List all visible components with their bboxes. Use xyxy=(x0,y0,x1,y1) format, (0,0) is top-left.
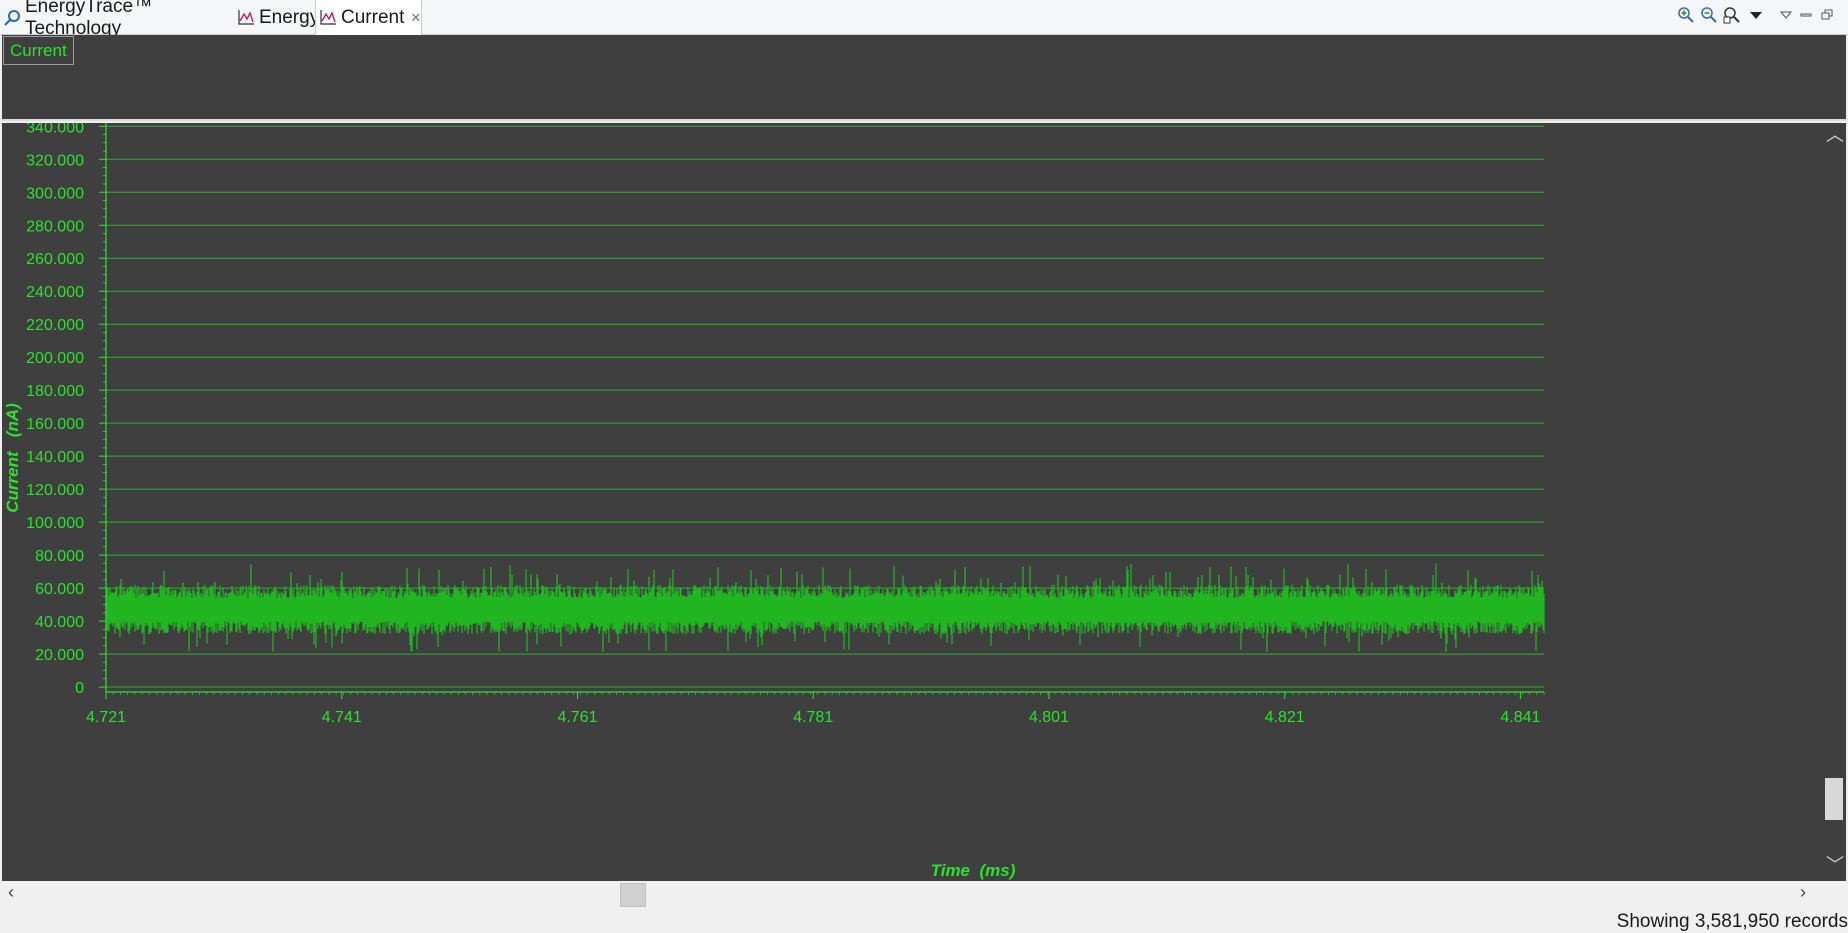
tab-energytrace[interactable]: EnergyTrace™ Technology xyxy=(0,0,234,39)
view-menu-icon[interactable] xyxy=(1775,4,1797,26)
y-tick-label: 0 xyxy=(75,680,84,697)
horizontal-scroll-thumb[interactable] xyxy=(620,883,646,907)
y-tick-label: 340.000 xyxy=(26,123,84,136)
y-axis-label: Current (nA) xyxy=(3,403,22,513)
current-series-line xyxy=(105,563,1545,652)
chart-svg: 0 20.000 40.000 60.000 80.000 100.000 120.000 1… xyxy=(3,123,1545,880)
x-tick-label: 4.841 xyxy=(1500,709,1540,726)
legend-label: Current xyxy=(10,40,67,60)
x-axis-label: Time (ms) xyxy=(931,861,1016,880)
zoom-in-icon[interactable] xyxy=(1675,4,1697,26)
energytrace-icon xyxy=(4,9,21,26)
legend-area: Current xyxy=(2,35,1846,121)
x-tick-label: 4.721 xyxy=(86,709,126,726)
scroll-right-icon[interactable]: › xyxy=(1800,882,1806,903)
y-tick-label: 80.000 xyxy=(35,548,84,565)
y-tick-label: 180.000 xyxy=(26,383,84,400)
x-tick-label: 4.801 xyxy=(1029,709,1069,726)
y-tick-label: 280.000 xyxy=(26,218,84,235)
y-tick-label: 60.000 xyxy=(35,581,84,598)
minimize-icon[interactable] xyxy=(1795,4,1817,26)
vertical-scrollbar[interactable]: ︿ ﹀ xyxy=(1822,123,1846,881)
y-tick-label: 40.000 xyxy=(35,614,84,631)
tab-label: EnergyTrace™ Technology xyxy=(25,0,153,39)
editor-tab-bar: EnergyTrace™ Technology Energy Current ✕ xyxy=(0,0,1848,39)
chart-icon xyxy=(238,9,255,26)
x-tick-label: 4.741 xyxy=(322,709,362,726)
scroll-down-icon[interactable]: ﹀ xyxy=(1826,851,1844,877)
x-tick-label: 4.781 xyxy=(793,709,833,726)
y-tick-label: 100.000 xyxy=(26,515,84,532)
y-tick-label: 240.000 xyxy=(26,284,84,301)
zoom-out-icon[interactable] xyxy=(1698,4,1720,26)
tab-label: Current xyxy=(341,6,405,28)
y-tick-label: 120.000 xyxy=(26,482,84,499)
scroll-up-icon[interactable]: ︿ xyxy=(1826,121,1844,147)
vertical-scroll-thumb[interactable] xyxy=(1825,778,1843,820)
status-text: Showing 3,581,950 records xyxy=(1616,911,1848,932)
tab-energy[interactable]: Energy xyxy=(234,0,319,35)
y-tick-label: 320.000 xyxy=(26,152,84,169)
y-tick-label: 220.000 xyxy=(26,317,84,334)
y-tick-label: 300.000 xyxy=(26,185,84,202)
y-tick-label: 160.000 xyxy=(26,416,84,433)
chart-icon xyxy=(320,9,337,26)
scroll-left-icon[interactable]: ‹ xyxy=(8,882,14,903)
close-icon[interactable]: ✕ xyxy=(410,10,421,26)
y-tick-label: 200.000 xyxy=(26,350,84,367)
y-tick-label: 140.000 xyxy=(26,449,84,466)
current-chart[interactable]: 0 20.000 40.000 60.000 80.000 100.000 120.000 1… xyxy=(2,123,1846,881)
bottom-bar: ‹ › Showing 3,581,950 records xyxy=(0,881,1848,932)
legend-item-current[interactable]: Current xyxy=(3,36,74,65)
x-tick-label: 4.821 xyxy=(1265,709,1305,726)
zoom-reset-icon[interactable] xyxy=(1721,4,1743,26)
x-tick-label: 4.761 xyxy=(557,709,597,726)
y-tick-label: 20.000 xyxy=(35,647,84,664)
y-tick-label: 260.000 xyxy=(26,251,84,268)
tab-label: Energy xyxy=(259,6,320,28)
dropdown-arrow-icon[interactable] xyxy=(1745,4,1767,26)
tab-current[interactable]: Current ✕ xyxy=(315,0,422,35)
restore-icon[interactable] xyxy=(1816,4,1838,26)
